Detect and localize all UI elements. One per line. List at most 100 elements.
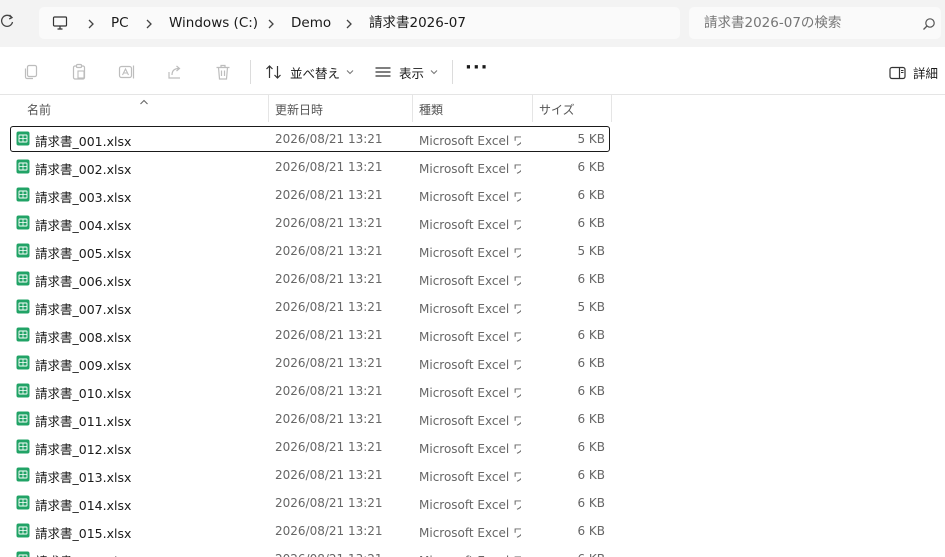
file-name: 請求書_011.xlsx <box>35 414 132 429</box>
search-icon[interactable] <box>922 16 936 30</box>
file-modified-date: 2026/08/21 13:21 <box>275 160 383 174</box>
column-size[interactable]: サイズ <box>539 101 575 118</box>
breadcrumb-current-folder[interactable]: 請求書2026-07 <box>369 14 466 32</box>
chevron-right-icon[interactable] <box>343 16 355 30</box>
file-type: Microsoft Excel ワ... <box>419 302 521 316</box>
file-row[interactable]: 請求書_007.xlsx 2026/08/21 13:21 Microsoft Ex… <box>11 295 609 319</box>
file-type: Microsoft Excel ワ... <box>419 162 521 176</box>
view-button[interactable]: 表示 <box>374 62 438 82</box>
sort-button[interactable]: 並べ替え <box>265 62 354 82</box>
file-row[interactable]: 請求書_005.xlsx 2026/08/21 13:21 Microsoft Ex… <box>11 239 609 263</box>
file-modified-date: 2026/08/21 13:21 <box>275 440 383 454</box>
search-placeholder[interactable]: 請求書2026-07の検索 <box>704 14 841 32</box>
file-row[interactable]: 請求書_011.xlsx 2026/08/21 13:21 Microsoft Ex… <box>11 407 609 431</box>
file-row[interactable]: 請求書_006.xlsx 2026/08/21 13:21 Microsoft Ex… <box>11 267 609 291</box>
column-divider[interactable] <box>268 95 269 122</box>
excel-file-icon <box>16 243 30 258</box>
breadcrumb-demo[interactable]: Demo <box>291 14 331 32</box>
excel-file-icon <box>16 551 30 557</box>
more-options-button[interactable]: ··· <box>465 59 489 82</box>
command-bar: 並べ替え 表示 ··· 詳細 <box>0 47 945 95</box>
file-size: 6 KB <box>577 356 605 370</box>
file-row[interactable]: 請求書_003.xlsx 2026/08/21 13:21 Microsoft Ex… <box>11 183 609 207</box>
file-type: Microsoft Excel ワ... <box>419 358 521 372</box>
file-type: Microsoft Excel ワ... <box>419 498 521 512</box>
column-type[interactable]: 種類 <box>419 101 443 118</box>
excel-file-icon <box>16 131 30 146</box>
file-type: Microsoft Excel ワ... <box>419 414 521 428</box>
column-name[interactable]: 名前 <box>27 101 51 118</box>
file-row[interactable]: 請求書_013.xlsx 2026/08/21 13:21 Microsoft Ex… <box>11 463 609 487</box>
address-bar-row: PC Windows (C:) Demo 請求書2026-07 請求書2026-… <box>0 0 945 47</box>
excel-file-icon <box>16 215 30 230</box>
chevron-right-icon[interactable] <box>265 16 277 30</box>
file-type: Microsoft Excel ワ... <box>419 442 521 456</box>
view-label: 表示 <box>399 65 425 81</box>
column-header: 名前 更新日時 種類 サイズ <box>0 95 945 122</box>
search-box[interactable]: 請求書2026-07の検索 <box>689 7 941 39</box>
chevron-right-icon[interactable] <box>143 16 155 30</box>
file-type: Microsoft Excel ワ... <box>419 274 521 288</box>
file-modified-date: 2026/08/21 13:21 <box>275 300 383 314</box>
file-modified-date: 2026/08/21 13:21 <box>275 188 383 202</box>
file-type: Microsoft Excel ワ... <box>419 190 521 204</box>
file-row[interactable]: 請求書_010.xlsx 2026/08/21 13:21 Microsoft Ex… <box>11 379 609 403</box>
address-bar[interactable]: PC Windows (C:) Demo 請求書2026-07 <box>39 7 680 39</box>
excel-file-icon <box>16 523 30 538</box>
excel-file-icon <box>16 495 30 510</box>
excel-file-icon <box>16 467 30 482</box>
file-type: Microsoft Excel ワ... <box>419 526 521 540</box>
details-pane-button[interactable]: 詳細 <box>889 63 938 82</box>
delete-icon[interactable] <box>214 63 232 81</box>
file-row[interactable]: 請求書_008.xlsx 2026/08/21 13:21 Microsoft Ex… <box>11 323 609 347</box>
file-size: 6 KB <box>577 216 605 230</box>
file-modified-date: 2026/08/21 13:21 <box>275 244 383 258</box>
excel-file-icon <box>16 383 30 398</box>
sort-ascending-icon <box>139 91 149 105</box>
column-divider[interactable] <box>532 95 533 122</box>
file-type: Microsoft Excel ワ... <box>419 552 521 557</box>
file-size: 6 KB <box>577 412 605 426</box>
file-size: 6 KB <box>577 328 605 342</box>
file-row[interactable]: 請求書_001.xlsx 2026/08/21 13:21 Microsoft Ex… <box>10 126 610 152</box>
file-row[interactable]: 請求書_015.xlsx 2026/08/21 13:21 Microsoft Ex… <box>11 519 609 543</box>
file-row[interactable]: 請求書_016.xlsx 2026/08/21 13:21 Microsoft Ex… <box>11 547 609 557</box>
breadcrumb-windows-c[interactable]: Windows (C:) <box>169 14 258 32</box>
paste-icon[interactable] <box>70 63 88 81</box>
file-type: Microsoft Excel ワ... <box>419 386 521 400</box>
column-divider[interactable] <box>412 95 413 122</box>
monitor-icon[interactable] <box>52 15 68 31</box>
file-name: 請求書_014.xlsx <box>35 498 132 513</box>
file-type: Microsoft Excel ワ... <box>419 218 521 232</box>
file-name: 請求書_004.xlsx <box>35 218 132 233</box>
file-row[interactable]: 請求書_012.xlsx 2026/08/21 13:21 Microsoft Ex… <box>11 435 609 459</box>
file-row[interactable]: 請求書_002.xlsx 2026/08/21 13:21 Microsoft Ex… <box>11 155 609 179</box>
file-type: Microsoft Excel ワ... <box>419 470 521 484</box>
excel-file-icon <box>16 187 30 202</box>
breadcrumb-pc[interactable]: PC <box>111 14 129 32</box>
file-modified-date: 2026/08/21 13:21 <box>275 552 383 557</box>
chevron-right-icon[interactable] <box>85 16 97 30</box>
details-label: 詳細 <box>913 66 939 81</box>
column-divider[interactable] <box>611 95 612 122</box>
share-icon[interactable] <box>166 63 184 81</box>
copy-icon[interactable] <box>22 63 40 81</box>
file-row[interactable]: 請求書_004.xlsx 2026/08/21 13:21 Microsoft Ex… <box>11 211 609 235</box>
file-modified-date: 2026/08/21 13:21 <box>275 132 383 146</box>
file-row[interactable]: 請求書_009.xlsx 2026/08/21 13:21 Microsoft Ex… <box>11 351 609 375</box>
excel-file-icon <box>16 355 30 370</box>
file-type: Microsoft Excel ワ... <box>419 246 521 260</box>
file-size: 6 KB <box>577 552 605 557</box>
file-name: 請求書_016.xlsx <box>35 551 131 557</box>
file-row[interactable]: 請求書_014.xlsx 2026/08/21 13:21 Microsoft Ex… <box>11 491 609 515</box>
rename-icon[interactable] <box>118 63 136 81</box>
file-size: 6 KB <box>577 188 605 202</box>
file-name: 請求書_015.xlsx <box>35 526 132 541</box>
excel-file-icon <box>16 271 30 286</box>
file-size: 6 KB <box>577 272 605 286</box>
column-date[interactable]: 更新日時 <box>275 101 323 118</box>
file-size: 5 KB <box>577 300 605 314</box>
chevron-down-icon <box>346 68 354 77</box>
refresh-icon[interactable] <box>0 13 16 33</box>
file-type: Microsoft Excel ワ... <box>419 134 521 148</box>
